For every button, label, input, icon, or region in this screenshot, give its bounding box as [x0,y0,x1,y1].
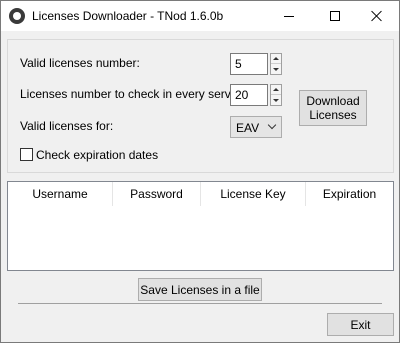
column-header-license-key[interactable]: License Key [201,182,306,206]
arrow-down-icon [273,67,279,71]
download-label-line1: Download [306,94,360,108]
valid-licenses-number-stepper[interactable]: 5 [230,53,282,75]
save-licenses-button[interactable]: Save Licenses in a file [138,278,262,301]
app-icon [9,8,25,24]
minimize-button[interactable] [267,1,311,31]
column-header-username[interactable]: Username [8,182,113,206]
licenses-table[interactable]: Username Password License Key Expiration [7,181,394,271]
valid-for-select[interactable]: EAV [230,116,282,138]
check-expiration-checkbox[interactable] [20,148,33,161]
licenses-per-server-input[interactable]: 20 [230,84,268,106]
licenses-per-server-label: Licenses number to check in every server… [20,87,245,101]
main-window: Licenses Downloader - TNod 1.6.0b Valid … [0,0,400,343]
chevron-down-icon [267,120,277,130]
maximize-button[interactable] [313,1,357,31]
decrement-button[interactable] [271,95,281,105]
licenses-per-server-spin-buttons[interactable] [270,84,282,106]
increment-button[interactable] [271,85,281,95]
column-header-password[interactable]: Password [113,182,201,206]
download-label-line2: Licenses [309,108,357,122]
download-licenses-label: Download Licenses [306,94,359,122]
licenses-per-server-stepper[interactable]: 20 [230,84,282,106]
decrement-button[interactable] [271,64,281,74]
exit-button[interactable]: Exit [327,313,394,336]
arrow-down-icon [273,98,279,102]
column-header-expiration[interactable]: Expiration [306,182,393,206]
arrow-up-icon [273,57,279,60]
window-title: Licenses Downloader - TNod 1.6.0b [32,9,224,23]
valid-for-label: Valid licenses for: [20,119,114,133]
valid-licenses-number-label: Valid licenses number: [20,56,140,70]
increment-button[interactable] [271,54,281,64]
maximize-icon [330,11,340,21]
arrow-up-icon [273,88,279,91]
minimize-icon [284,15,294,17]
title-bar[interactable]: Licenses Downloader - TNod 1.6.0b [1,1,399,31]
check-expiration-label[interactable]: Check expiration dates [36,148,158,162]
close-button[interactable] [355,1,399,31]
valid-licenses-number-input[interactable]: 5 [230,53,268,75]
download-licenses-button[interactable]: Download Licenses [299,90,367,126]
valid-for-selected-value: EAV [236,121,260,135]
valid-licenses-number-spin-buttons[interactable] [270,53,282,75]
divider [18,303,382,304]
close-icon [371,10,383,22]
